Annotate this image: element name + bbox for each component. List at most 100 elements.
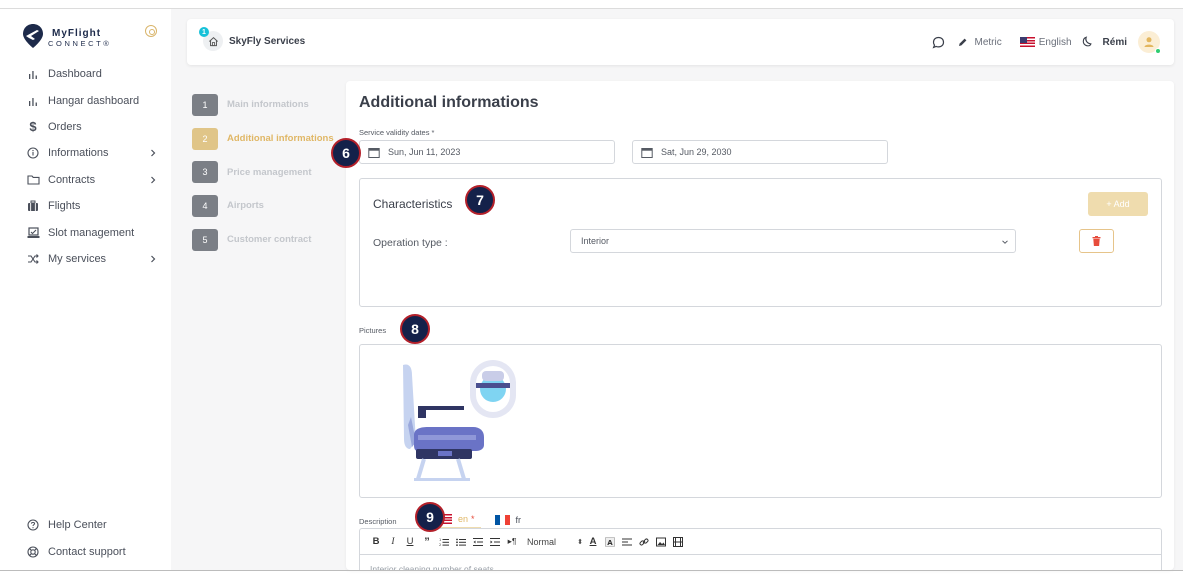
sidebar-item-my-services[interactable]: My services <box>0 246 171 272</box>
pictures-dropzone[interactable] <box>359 344 1162 498</box>
sidebar-footer: Help Center Contact support <box>0 512 171 565</box>
pictures-label: Pictures <box>359 326 387 335</box>
outdent-button[interactable] <box>472 536 484 548</box>
sidebar-item-help-center[interactable]: Help Center <box>0 512 171 538</box>
logo-subtitle: CONNECT® <box>48 39 112 48</box>
dollar-icon: $ <box>29 119 37 135</box>
add-characteristic-button[interactable]: + Add <box>1088 192 1148 216</box>
chat-icon[interactable] <box>932 35 946 49</box>
underline-button[interactable]: U <box>404 536 416 548</box>
text-direction-button[interactable]: ▸¶ <box>506 536 518 548</box>
editor-toolbar: B I U ” 12 ▸¶ Normal ⬍ A A <box>360 529 1161 555</box>
indent-button[interactable] <box>489 536 501 548</box>
home-icon <box>208 36 218 46</box>
step-number: 1 <box>192 93 218 116</box>
start-date-field[interactable]: Sun, Jun 11, 2023 <box>359 140 615 164</box>
bar-chart-icon <box>26 94 40 108</box>
units-selector[interactable]: Metric <box>975 37 1002 48</box>
sidebar-item-dashboard[interactable]: Dashboard <box>0 61 171 87</box>
logo-pin-icon <box>23 24 43 48</box>
tab-lang-fr[interactable]: fr <box>489 511 528 529</box>
italic-button[interactable]: I <box>387 536 399 548</box>
end-date-field[interactable]: Sat, Jun 29, 2030 <box>632 140 888 164</box>
user-avatar[interactable] <box>1138 31 1161 54</box>
sidebar-item-label: Contact support <box>48 545 126 558</box>
sidebar-item-hangar-dashboard[interactable]: Hangar dashboard <box>0 87 171 113</box>
sidebar-item-slot-management[interactable]: Slot management <box>0 219 171 245</box>
shuffle-icon <box>26 252 40 266</box>
video-button[interactable] <box>672 536 684 548</box>
heading-select[interactable]: Normal ⬍ <box>527 537 583 547</box>
step-airports[interactable]: 4 Airports <box>192 189 342 223</box>
annotation-marker-6: 6 <box>331 138 361 168</box>
language-selector[interactable]: English <box>1039 37 1072 48</box>
sidebar-item-label: Help Center <box>48 519 107 532</box>
annotation-marker-9: 9 <box>415 502 445 532</box>
video-icon <box>673 536 683 547</box>
step-additional-informations[interactable]: 2 Additional informations <box>192 122 342 156</box>
link-icon <box>639 538 649 545</box>
top-bar-actions: Metric English Rémi <box>932 19 1161 65</box>
calendar-icon <box>368 147 380 158</box>
chevron-down-icon <box>1002 240 1008 244</box>
sidebar-nav: Dashboard Hangar dashboard $ Orders Info… <box>0 61 171 272</box>
description-label: Description <box>359 517 397 526</box>
page-title: Additional informations <box>359 94 539 111</box>
svg-text:2: 2 <box>439 543 441 547</box>
sidebar-item-label: Contracts <box>48 173 96 186</box>
company-name: SkyFly Services <box>229 36 306 47</box>
sidebar-item-orders[interactable]: $ Orders <box>0 114 171 140</box>
heading-select-value: Normal <box>527 536 557 547</box>
chevron-right-icon <box>151 255 156 263</box>
step-customer-contract[interactable]: 5 Customer contract <box>192 223 342 257</box>
sidebar-item-flights[interactable]: Flights <box>0 193 171 219</box>
ordered-list-button[interactable]: 12 <box>438 536 450 548</box>
step-label: Airports <box>227 200 264 212</box>
slot-icon <box>26 226 40 240</box>
svg-text:1: 1 <box>439 538 441 542</box>
outdent-icon <box>473 537 483 546</box>
lifebuoy-icon <box>26 545 40 559</box>
indent-icon <box>490 537 500 546</box>
step-number: 2 <box>192 127 218 150</box>
step-label: Customer contract <box>227 234 312 246</box>
user-icon <box>1144 37 1154 47</box>
sidebar-item-label: Dashboard <box>48 68 102 81</box>
bullet-list-icon <box>456 538 466 546</box>
sidebar: MyFlight CONNECT® Dashboard Hangar dashb… <box>0 9 171 570</box>
sidebar-item-contact-support[interactable]: Contact support <box>0 538 171 564</box>
description-language-tabs: en * fr <box>431 511 535 529</box>
link-button[interactable] <box>638 536 650 548</box>
description-text[interactable]: Interior cleaning number of seats <box>360 555 1161 570</box>
calendar-icon <box>641 147 653 158</box>
delete-characteristic-button[interactable] <box>1079 229 1114 253</box>
align-button[interactable] <box>621 536 633 548</box>
step-number: 3 <box>192 161 218 184</box>
bold-button[interactable]: B <box>370 536 382 548</box>
operation-type-select[interactable]: Interior <box>570 229 1016 253</box>
lang-code: en <box>458 514 469 524</box>
sidebar-item-contracts[interactable]: Contracts <box>0 167 171 193</box>
form-stepper: 1 Main informations 2 Additional informa… <box>192 88 342 256</box>
app-logo[interactable]: MyFlight CONNECT® <box>22 23 132 53</box>
start-date-value: Sun, Jun 11, 2023 <box>388 147 461 157</box>
image-icon <box>656 537 666 546</box>
sidebar-item-informations[interactable]: Informations <box>0 140 171 166</box>
font-color-button[interactable]: A <box>587 536 599 548</box>
sidebar-collapse-button[interactable] <box>145 25 157 37</box>
step-price-management[interactable]: 3 Price management <box>192 155 342 189</box>
characteristics-title: Characteristics <box>373 197 453 211</box>
blockquote-button[interactable]: ” <box>421 536 433 548</box>
user-name[interactable]: Rémi <box>1103 37 1127 48</box>
bar-chart-icon <box>26 67 40 81</box>
image-button[interactable] <box>655 536 667 548</box>
moon-icon[interactable] <box>1080 35 1094 49</box>
sidebar-item-label: Flights <box>48 200 81 213</box>
notification-badge: 1 <box>199 27 209 37</box>
bullet-list-button[interactable] <box>455 536 467 548</box>
step-number: 5 <box>192 228 218 251</box>
home-button[interactable]: 1 <box>199 27 223 51</box>
background-color-button[interactable]: A <box>604 536 616 548</box>
validity-dates-label: Service validity dates * <box>359 128 435 137</box>
step-main-informations[interactable]: 1 Main informations <box>192 88 342 122</box>
